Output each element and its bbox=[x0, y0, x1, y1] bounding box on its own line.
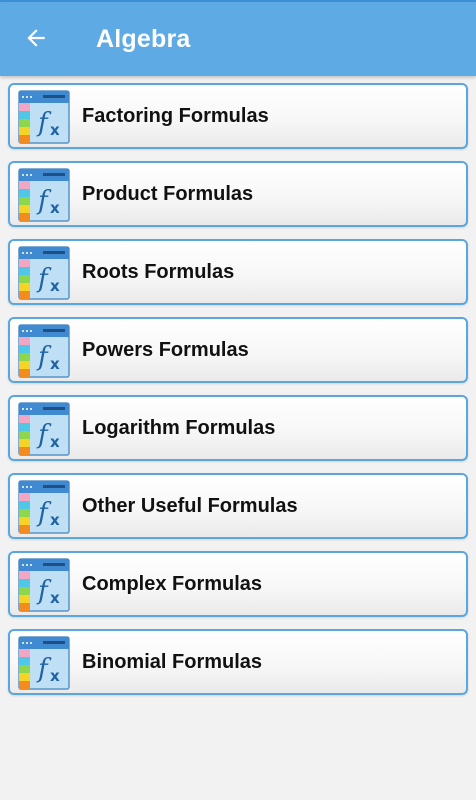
svg-text:x: x bbox=[50, 277, 60, 295]
function-fx-icon: f x bbox=[18, 558, 70, 612]
svg-text:x: x bbox=[50, 433, 60, 451]
arrow-left-icon bbox=[27, 29, 45, 47]
list-item-binomial-formulas[interactable]: f x Binomial Formulas bbox=[8, 629, 468, 695]
function-fx-icon: f x bbox=[18, 324, 70, 378]
function-fx-icon: f x bbox=[18, 480, 70, 534]
formula-list: f x Factoring Formulas f x Product Formu… bbox=[0, 83, 476, 707]
list-item-label: Binomial Formulas bbox=[82, 651, 263, 673]
page-title: Algebra bbox=[96, 25, 191, 53]
list-item-label: Roots Formulas bbox=[82, 261, 235, 283]
list-item-label: Factoring Formulas bbox=[82, 105, 269, 127]
list-item-complex-formulas[interactable]: f x Complex Formulas bbox=[8, 551, 468, 617]
list-item-label: Complex Formulas bbox=[82, 573, 263, 595]
list-item-label: Product Formulas bbox=[82, 183, 254, 205]
function-fx-icon: f x bbox=[18, 636, 70, 690]
function-fx-icon: f x bbox=[18, 402, 70, 456]
svg-text:x: x bbox=[50, 355, 60, 373]
list-item-label: Powers Formulas bbox=[82, 339, 249, 361]
function-fx-icon: f x bbox=[18, 168, 70, 222]
list-item-other-useful-formulas[interactable]: f x Other Useful Formulas bbox=[8, 473, 468, 539]
svg-text:x: x bbox=[50, 667, 60, 685]
list-item-product-formulas[interactable]: f x Product Formulas bbox=[8, 161, 468, 227]
back-button[interactable] bbox=[14, 16, 58, 60]
list-item-label: Logarithm Formulas bbox=[82, 417, 276, 439]
function-fx-icon: f x bbox=[18, 90, 70, 144]
svg-text:x: x bbox=[50, 511, 60, 529]
svg-text:x: x bbox=[50, 121, 60, 139]
function-fx-icon: f x bbox=[18, 246, 70, 300]
svg-text:x: x bbox=[50, 589, 60, 607]
list-item-label: Other Useful Formulas bbox=[82, 495, 298, 517]
list-item-roots-formulas[interactable]: f x Roots Formulas bbox=[8, 239, 468, 305]
list-item-logarithm-formulas[interactable]: f x Logarithm Formulas bbox=[8, 395, 468, 461]
app-bar: Algebra bbox=[0, 2, 476, 76]
list-item-factoring-formulas[interactable]: f x Factoring Formulas bbox=[8, 83, 468, 149]
list-item-powers-formulas[interactable]: f x Powers Formulas bbox=[8, 317, 468, 383]
svg-text:x: x bbox=[50, 199, 60, 217]
